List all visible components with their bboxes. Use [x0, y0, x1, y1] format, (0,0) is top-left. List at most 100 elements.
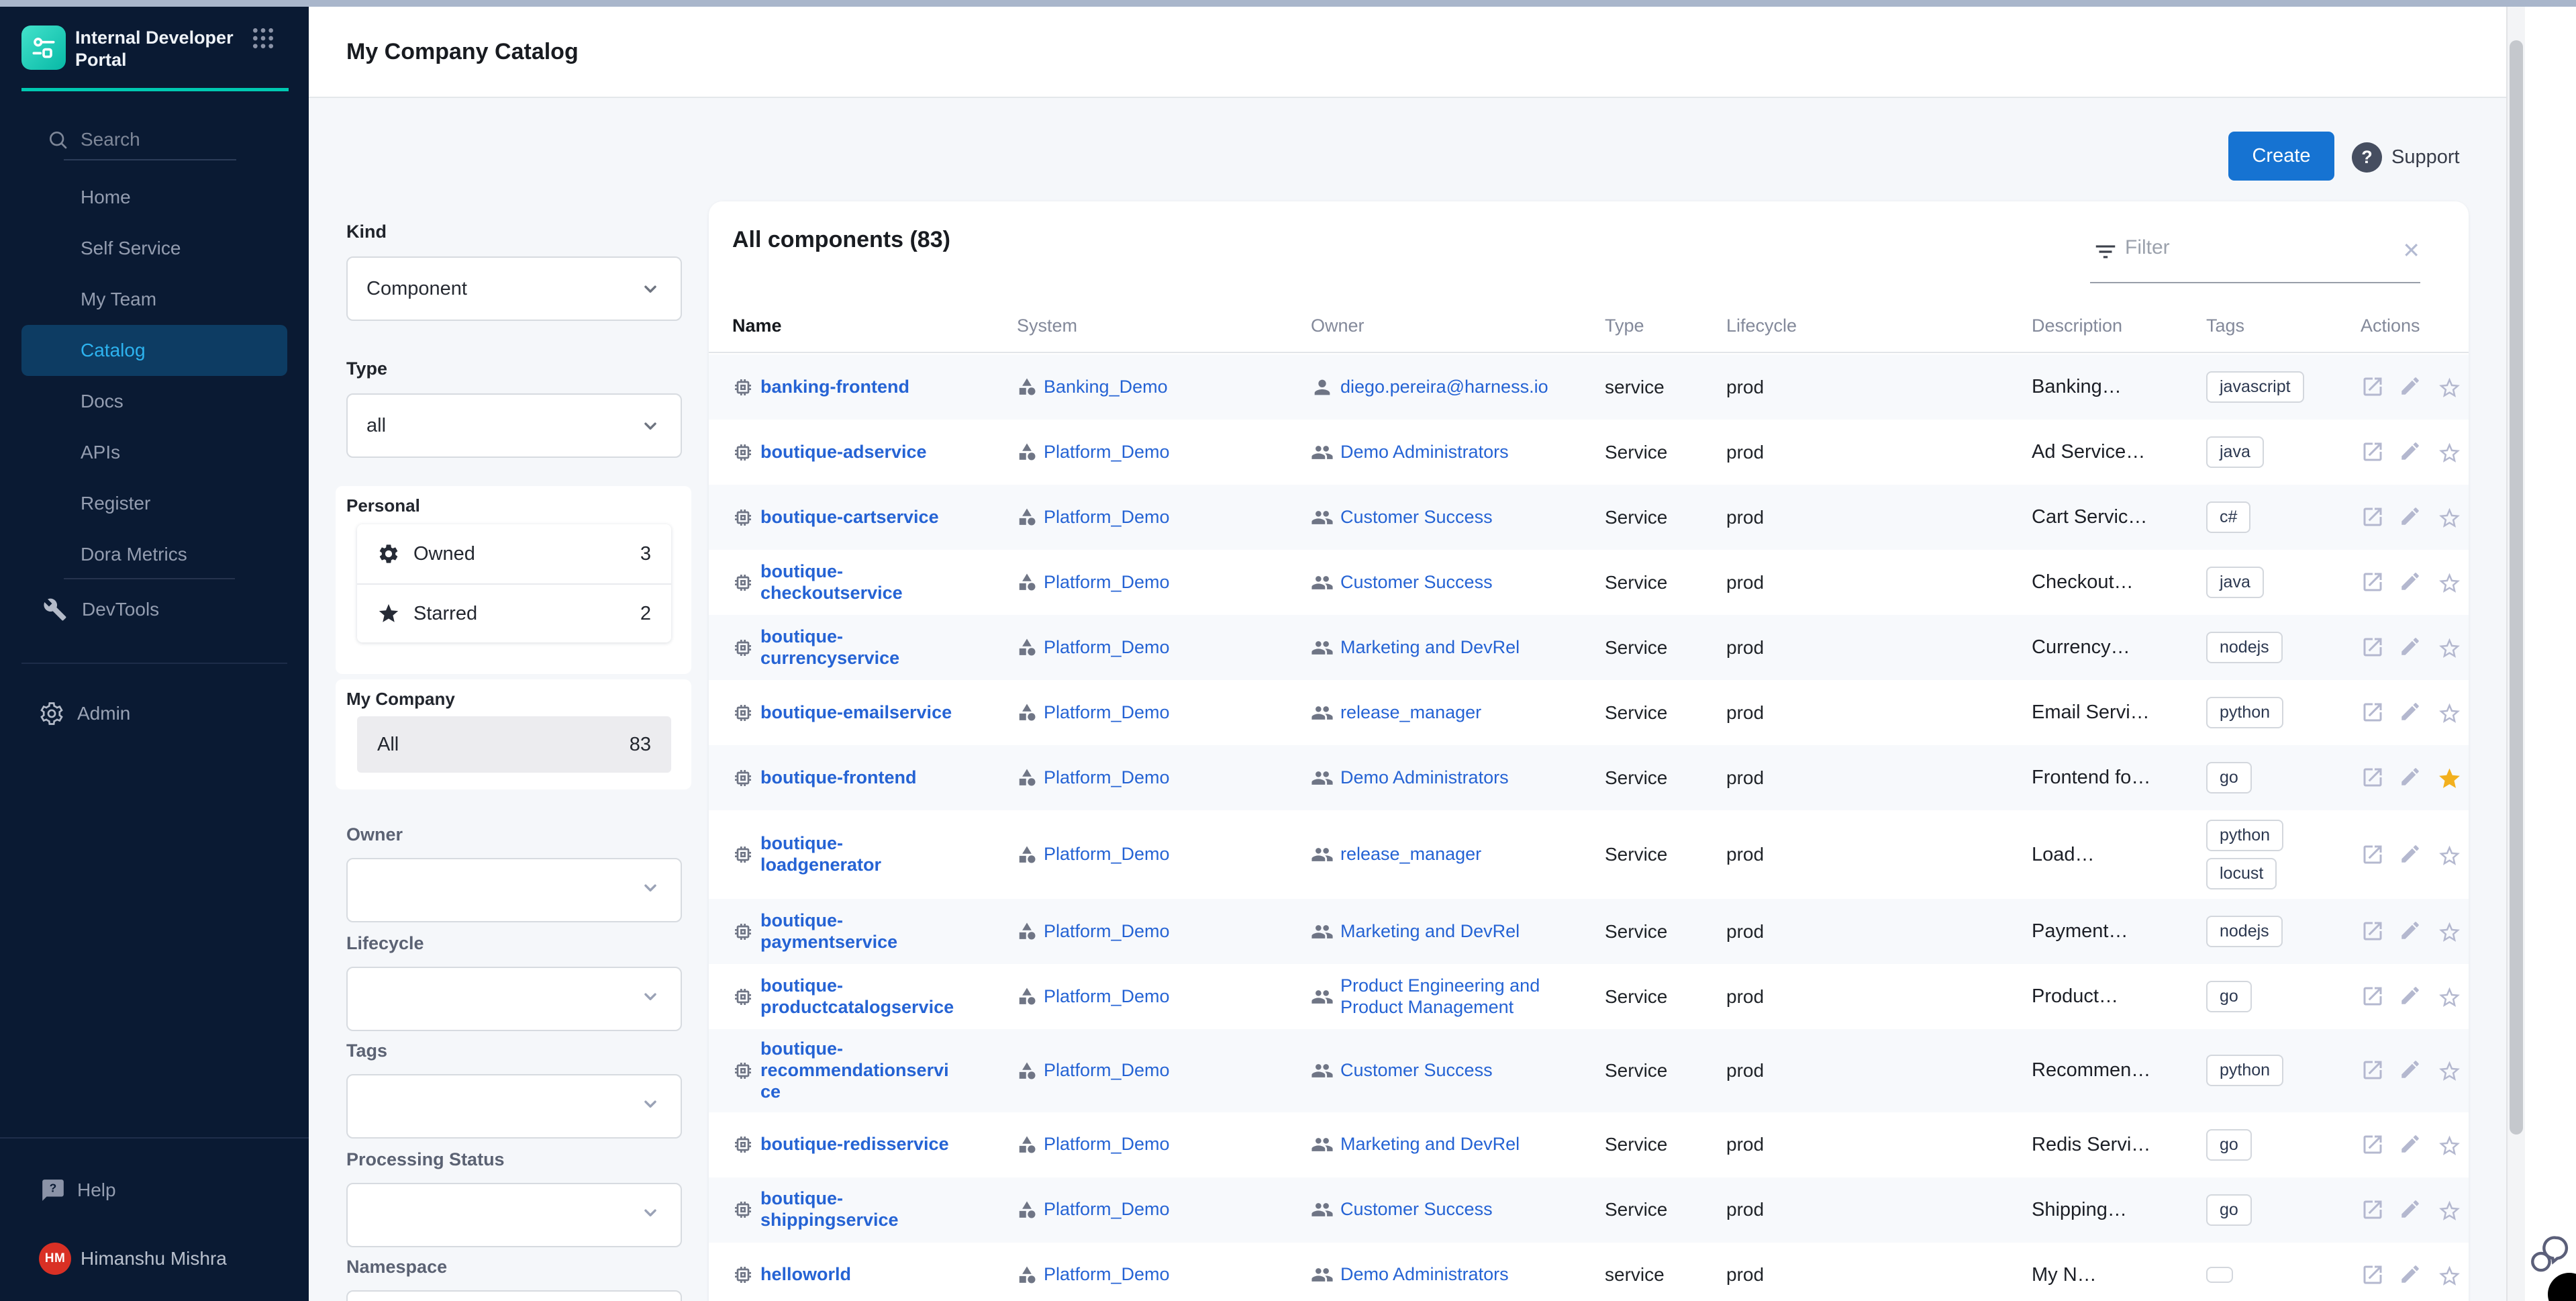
component-name-link[interactable]: boutique-paymentservice — [760, 910, 956, 953]
component-name-link[interactable]: boutique-productcatalogservice — [760, 975, 956, 1018]
owner-link[interactable]: Demo Administrators — [1340, 1264, 1509, 1286]
create-button[interactable]: Create — [2228, 132, 2334, 181]
sidebar-item-devtools[interactable]: DevTools — [0, 588, 309, 631]
owner-link[interactable]: Demo Administrators — [1340, 442, 1509, 463]
user-menu[interactable]: HM Himanshu Mishra — [0, 1239, 309, 1279]
sidebar-item-docs[interactable]: Docs — [21, 376, 287, 427]
edit-icon[interactable] — [2399, 440, 2424, 465]
open-in-new-icon[interactable] — [2361, 375, 2385, 399]
tag-chip[interactable]: go — [2206, 981, 2252, 1012]
component-name-link[interactable]: boutique-frontend — [760, 767, 956, 789]
star-icon[interactable] — [2437, 1198, 2462, 1222]
edit-icon[interactable] — [2399, 505, 2424, 530]
owner-link[interactable]: Marketing and DevRel — [1340, 637, 1520, 659]
edit-icon[interactable] — [2399, 1263, 2424, 1288]
system-link[interactable]: Platform_Demo — [1044, 1264, 1170, 1286]
edit-icon[interactable] — [2399, 765, 2424, 790]
edit-icon[interactable] — [2399, 375, 2424, 399]
component-name-link[interactable]: boutique-shippingservice — [760, 1188, 956, 1231]
sidebar-item-help[interactable]: ? Help — [0, 1169, 309, 1212]
edit-icon[interactable] — [2399, 635, 2424, 660]
system-link[interactable]: Platform_Demo — [1044, 507, 1170, 528]
kind-select[interactable]: Component — [346, 256, 682, 321]
open-in-new-icon[interactable] — [2361, 440, 2385, 465]
open-in-new-icon[interactable] — [2361, 505, 2385, 530]
component-name-link[interactable]: helloworld — [760, 1264, 956, 1286]
star-icon[interactable] — [2437, 570, 2462, 595]
component-name-link[interactable]: boutique-emailservice — [760, 702, 956, 724]
sidebar-search[interactable]: Search — [0, 121, 309, 158]
star-icon[interactable] — [2437, 765, 2462, 790]
scrollbar-thumb[interactable] — [2510, 40, 2523, 1135]
owner-link[interactable]: Customer Success — [1340, 1060, 1493, 1081]
edit-icon[interactable] — [2399, 700, 2424, 725]
apps-grid-icon[interactable] — [250, 25, 277, 52]
system-link[interactable]: Platform_Demo — [1044, 767, 1170, 789]
open-in-new-icon[interactable] — [2361, 984, 2385, 1009]
owner-link[interactable]: Customer Success — [1340, 507, 1493, 528]
open-in-new-icon[interactable] — [2361, 635, 2385, 660]
tag-chip[interactable]: python — [2206, 820, 2283, 851]
sidebar-item-apis[interactable]: APIs — [21, 427, 287, 478]
open-in-new-icon[interactable] — [2361, 700, 2385, 725]
owner-link[interactable]: Customer Success — [1340, 572, 1493, 593]
system-link[interactable]: Platform_Demo — [1044, 442, 1170, 463]
system-link[interactable]: Platform_Demo — [1044, 1060, 1170, 1081]
star-icon[interactable] — [2437, 375, 2462, 399]
tag-chip[interactable]: go — [2206, 762, 2252, 793]
company-all-row[interactable]: All 83 — [357, 716, 671, 773]
star-icon[interactable] — [2437, 1058, 2462, 1083]
star-icon[interactable] — [2437, 919, 2462, 944]
sidebar-item-admin[interactable]: Admin — [0, 692, 309, 735]
tag-chip[interactable]: c# — [2206, 501, 2250, 533]
tag-chip[interactable]: python — [2206, 697, 2283, 728]
personal-item-owned[interactable]: Owned3 — [357, 524, 671, 583]
owner-select[interactable] — [346, 858, 682, 922]
edit-icon[interactable] — [2399, 1198, 2424, 1222]
type-select[interactable]: all — [346, 393, 682, 458]
star-icon[interactable] — [2437, 440, 2462, 465]
system-link[interactable]: Platform_Demo — [1044, 637, 1170, 659]
open-in-new-icon[interactable] — [2361, 1198, 2385, 1222]
tag-chip[interactable]: nodejs — [2206, 916, 2283, 947]
edit-icon[interactable] — [2399, 1058, 2424, 1083]
owner-link[interactable]: Customer Success — [1340, 1199, 1493, 1220]
edit-icon[interactable] — [2399, 1133, 2424, 1157]
system-link[interactable]: Platform_Demo — [1044, 1134, 1170, 1155]
component-name-link[interactable]: boutique-loadgenerator — [760, 833, 956, 876]
owner-link[interactable]: release_manager — [1340, 844, 1481, 865]
tag-chip[interactable]: java — [2206, 436, 2264, 468]
edit-icon[interactable] — [2399, 570, 2424, 595]
sidebar-item-dora-metrics[interactable]: Dora Metrics — [21, 529, 287, 580]
component-name-link[interactable]: boutique-adservice — [760, 442, 956, 463]
star-icon[interactable] — [2437, 635, 2462, 660]
sidebar-item-self-service[interactable]: Self Service — [21, 223, 287, 274]
sidebar-item-register[interactable]: Register — [21, 478, 287, 529]
system-link[interactable]: Platform_Demo — [1044, 1199, 1170, 1220]
open-in-new-icon[interactable] — [2361, 919, 2385, 944]
tag-chip[interactable] — [2206, 1267, 2233, 1283]
personal-item-starred[interactable]: Starred2 — [357, 583, 671, 642]
clear-filter-icon[interactable]: ✕ — [2402, 238, 2420, 263]
system-link[interactable]: Platform_Demo — [1044, 702, 1170, 724]
star-icon[interactable] — [2437, 505, 2462, 530]
star-icon[interactable] — [2437, 984, 2462, 1009]
chat-bubbles-icon[interactable] — [2527, 1232, 2571, 1276]
sidebar-item-my-team[interactable]: My Team — [21, 274, 287, 325]
filter-input[interactable] — [2125, 236, 2387, 259]
edit-icon[interactable] — [2399, 842, 2424, 867]
open-in-new-icon[interactable] — [2361, 1133, 2385, 1157]
component-name-link[interactable]: boutique-checkoutservice — [760, 561, 956, 604]
tag-chip[interactable]: nodejs — [2206, 632, 2283, 663]
system-link[interactable]: Platform_Demo — [1044, 844, 1170, 865]
owner-link[interactable]: Marketing and DevRel — [1340, 921, 1520, 943]
sidebar-item-home[interactable]: Home — [21, 172, 287, 223]
owner-link[interactable]: diego.pereira@harness.io — [1340, 377, 1548, 398]
owner-link[interactable]: Marketing and DevRel — [1340, 1134, 1520, 1155]
component-name-link[interactable]: banking-frontend — [760, 377, 956, 398]
star-icon[interactable] — [2437, 1133, 2462, 1157]
tag-chip[interactable]: locust — [2206, 858, 2277, 889]
processing-status-select[interactable] — [346, 1183, 682, 1247]
system-link[interactable]: Banking_Demo — [1044, 377, 1168, 398]
tag-chip[interactable]: python — [2206, 1055, 2283, 1086]
